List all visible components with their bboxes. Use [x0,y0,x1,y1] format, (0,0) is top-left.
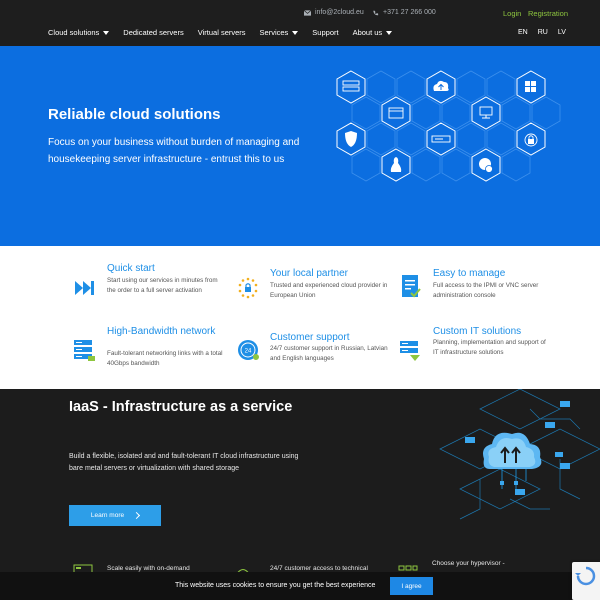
eu-lock-icon [238,277,258,299]
linux-icon [381,148,411,182]
top-bar: info@2cloud.eu +371 27 266 000 Login Reg… [0,0,600,46]
phone-text: +371 27 266 000 [383,9,436,16]
iaas-title: IaaS - Infrastructure as a service [69,399,293,415]
document-check-icon [402,275,421,298]
support-24-icon: 24 [238,340,259,360]
chevron-down-icon [386,30,393,35]
features-section: Quick start Start using our services in … [0,246,600,389]
monitor-icon [471,96,501,130]
lang-lv[interactable]: LV [558,29,566,36]
iaas-text: Build a flexible, isolated and and fault… [69,453,299,472]
fast-forward-icon [75,281,94,295]
server-settings-icon [400,341,420,361]
lang-ru[interactable]: RU [538,29,548,36]
cookie-banner: This website uses cookies to ensure you … [0,572,600,600]
feature-title: Custom IT solutions [433,326,522,337]
hero-section: Reliable cloud solutions Focus on your b… [0,46,600,246]
hex-grid-illustration [336,70,561,182]
nav-support[interactable]: Support [312,28,338,37]
chat-icon [471,148,501,182]
feature-desc: 24/7 customer support in Russian, Latvia… [270,345,388,362]
iaas-section: IaaS - Infrastructure as a service Build… [0,389,600,600]
lock-icon [516,122,546,156]
feature-desc: Fault-tolerant networking links with a t… [107,350,223,367]
chevron-down-icon [292,30,299,35]
svg-text:24: 24 [245,349,252,355]
mail-icon [304,9,311,16]
feature-title: Quick start [107,263,155,274]
learn-more-button[interactable]: Learn more [69,505,161,526]
email-text: info@2cloud.eu [315,9,364,16]
feature-title: Customer support [270,332,350,343]
feature-title: High-Bandwidth network [107,326,216,337]
cloud-network-illustration [439,389,600,520]
hero-title: Reliable cloud solutions [48,106,221,123]
windows-icon [516,70,546,104]
email-contact[interactable]: info@2cloud.eu [304,9,364,16]
phone-icon [373,10,379,15]
shield-icon [336,122,366,156]
registration-link[interactable]: Registration [528,9,568,18]
nav-about-us[interactable]: About us [353,28,393,37]
feature-title: Your local partner [270,268,349,279]
chevron-down-icon [103,30,110,35]
recaptcha-icon [575,566,596,586]
phone-contact[interactable]: +371 27 266 000 [372,9,436,16]
nav-dedicated-servers[interactable]: Dedicated servers [123,28,183,37]
feature-desc: Start using our services in minutes from… [107,277,218,294]
cookie-agree-button[interactable]: I agree [390,577,433,595]
feature-title: Easy to manage [433,268,506,279]
recaptcha-badge[interactable] [572,562,600,600]
hero-text: Focus on your business without burden of… [48,137,300,165]
cookie-text: This website uses cookies to ensure you … [175,582,376,589]
login-link[interactable]: Login [503,9,521,18]
nav-services[interactable]: Services [260,28,299,37]
feature-desc: Trusted and experienced cloud provider i… [270,282,388,299]
cloud-upload-icon [426,70,456,104]
lang-en[interactable]: EN [518,29,528,36]
feature-desc: Full access to the IPMI or VNC server ad… [433,282,539,299]
language-switcher: EN RU LV [518,29,566,36]
main-nav: Cloud solutions Dedicated servers Virtua… [48,28,406,37]
chevron-right-icon [133,511,141,520]
nav-virtual-servers[interactable]: Virtual servers [198,28,246,37]
server-rack-icon [74,340,95,361]
feature-desc: Planning, implementation and support of … [433,339,546,356]
nav-cloud-solutions[interactable]: Cloud solutions [48,28,110,37]
server-icon [336,70,366,104]
cloud-icon [483,432,542,469]
drive-icon [426,122,456,156]
browser-icon [381,96,411,130]
